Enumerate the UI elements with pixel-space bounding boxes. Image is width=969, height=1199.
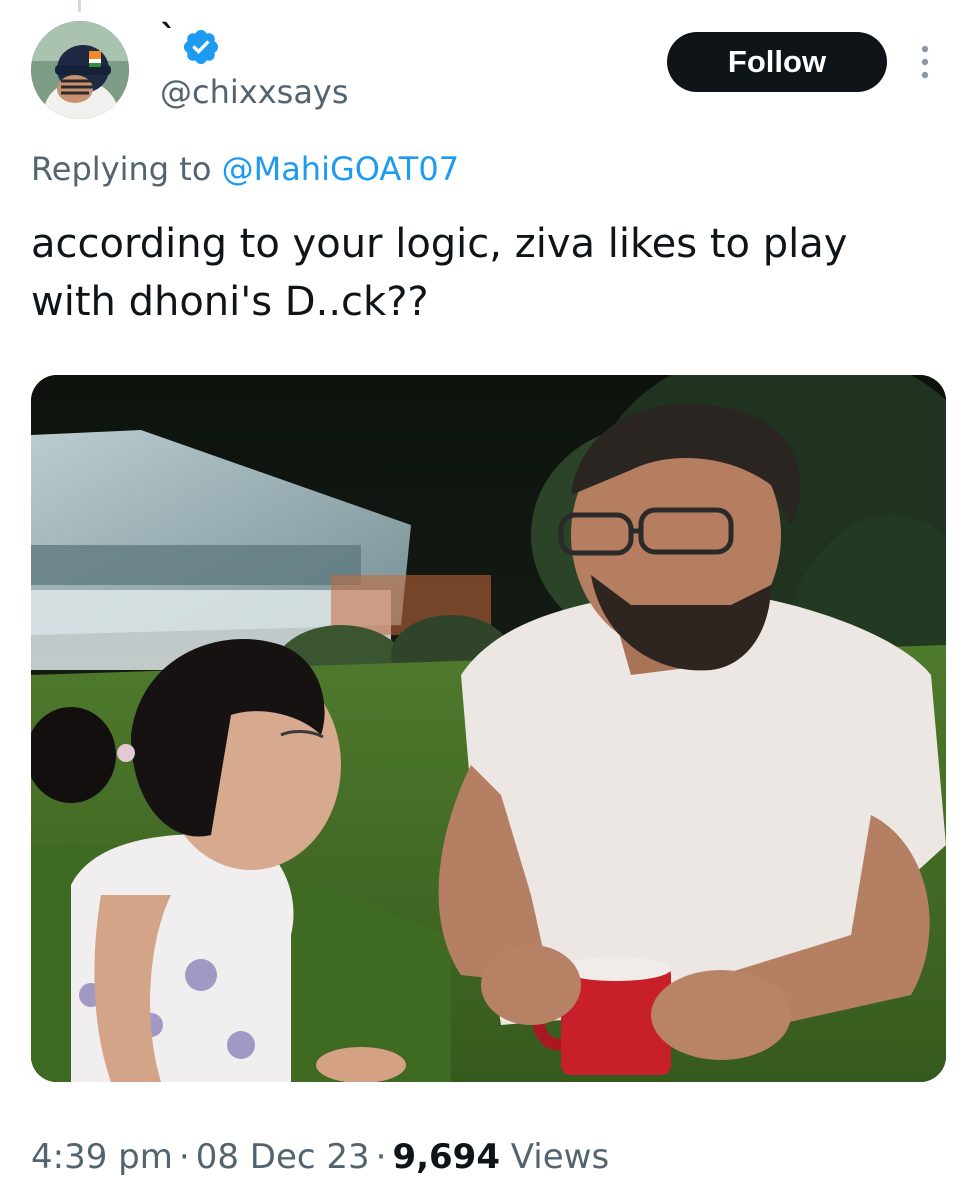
- tweet-text: according to your logic, ziva likes to p…: [31, 221, 848, 325]
- avatar-image: [31, 21, 129, 119]
- replying-to-mention-link[interactable]: @MahiGOAT07: [222, 150, 459, 188]
- replying-to-label: Replying to: [31, 150, 212, 188]
- avatar[interactable]: [31, 21, 129, 119]
- tweet-time[interactable]: 4:39 pm: [31, 1137, 173, 1177]
- views-label: Views: [510, 1137, 610, 1177]
- meta-separator: ·: [375, 1137, 387, 1177]
- author-handle[interactable]: @chixxsays: [160, 70, 349, 114]
- thread-connector-line: [78, 0, 81, 12]
- author-name-row: `: [160, 21, 221, 67]
- media-photo: [31, 375, 946, 1082]
- verified-badge-icon: [181, 27, 221, 67]
- tweet-meta-row: 4:39 pm · 08 Dec 23 · 9,694 Views: [31, 1132, 609, 1182]
- author-display-name[interactable]: `: [160, 21, 177, 55]
- more-dots-icon[interactable]: [912, 40, 938, 84]
- follow-button[interactable]: Follow: [667, 32, 887, 92]
- meta-separator: ·: [178, 1137, 190, 1177]
- replying-to-context: Replying to @MahiGOAT07: [31, 146, 459, 192]
- tweet-date[interactable]: 08 Dec 23: [196, 1137, 370, 1177]
- tweet-media-image[interactable]: [31, 375, 946, 1082]
- views-count[interactable]: 9,694: [392, 1137, 500, 1177]
